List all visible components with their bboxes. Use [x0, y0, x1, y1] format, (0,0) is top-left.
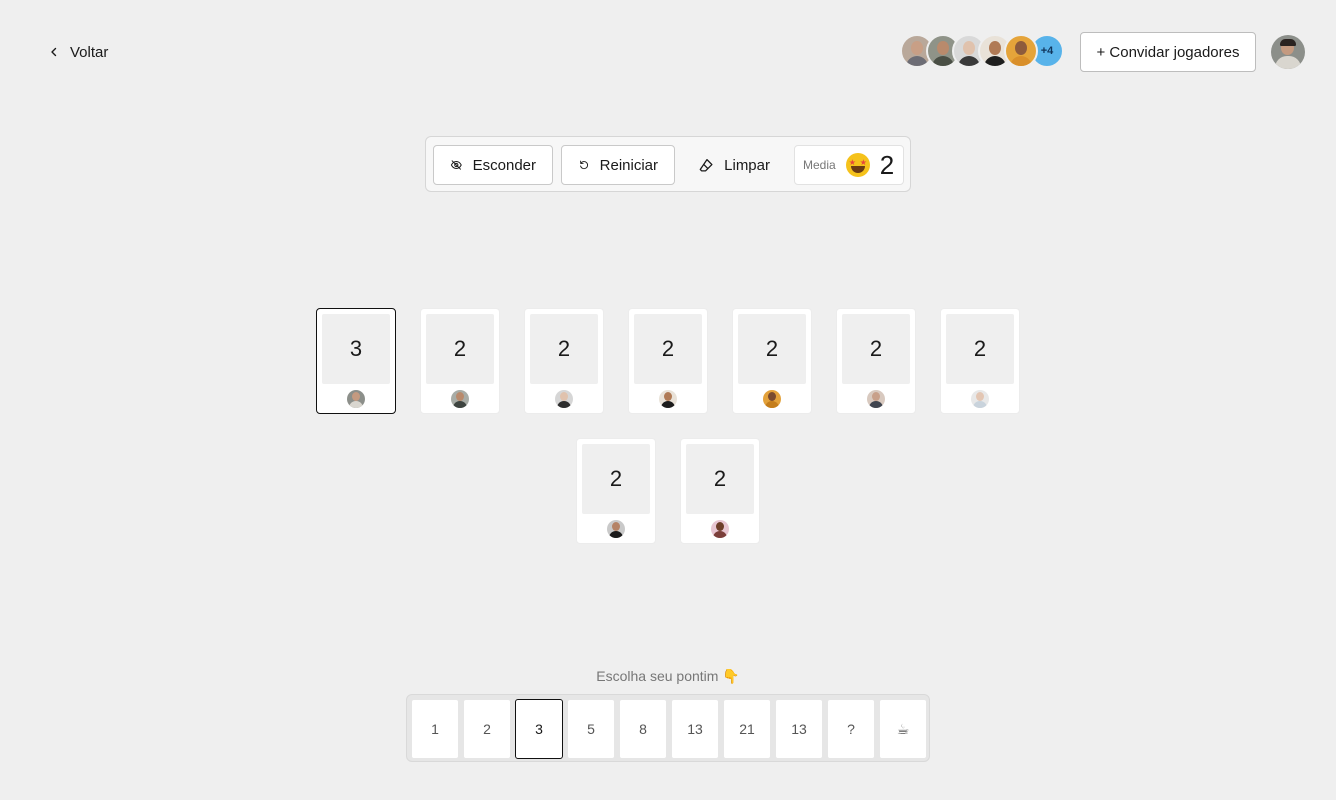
played-card: 2 [576, 438, 656, 544]
card-value: 3 [322, 314, 390, 384]
card-value: 2 [426, 314, 494, 384]
card-player-avatar [555, 390, 573, 408]
point-option[interactable]: 5 [567, 699, 615, 759]
card-value: 2 [738, 314, 806, 384]
card-player-avatar [971, 390, 989, 408]
players-avatar-group[interactable]: +4 [900, 34, 1064, 68]
average-display: Media ★ ★ 2 [794, 145, 904, 185]
played-card: 3 [316, 308, 396, 414]
points-picker: 1 2 3 5 8 13 21 13? ☕ [406, 694, 930, 762]
played-card: 2 [628, 308, 708, 414]
restart-icon [580, 160, 589, 170]
card-player-avatar [347, 390, 365, 408]
clear-button[interactable]: Limpar [682, 145, 786, 185]
card-value: 2 [530, 314, 598, 384]
point-option[interactable]: ☕ [879, 699, 927, 759]
played-card: 2 [524, 308, 604, 414]
played-card: 2 [732, 308, 812, 414]
restart-button[interactable]: Reiniciar [561, 145, 675, 185]
card-player-avatar [763, 390, 781, 408]
star-struck-emoji-icon: ★ ★ [845, 153, 870, 177]
session-toolbar: Esconder Reiniciar Limpar Media ★ ★ 2 [425, 136, 911, 192]
point-option[interactable]: 21 [723, 699, 771, 759]
card-value: 2 [582, 444, 650, 514]
point-option[interactable]: 13 [775, 699, 823, 759]
card-player-avatar [867, 390, 885, 408]
average-value: 2 [879, 149, 895, 180]
player-avatar[interactable] [1004, 34, 1038, 68]
card-value: 2 [946, 314, 1014, 384]
played-card: 2 [836, 308, 916, 414]
card-value: 2 [634, 314, 702, 384]
eraser-icon [699, 158, 713, 172]
card-player-avatar [451, 390, 469, 408]
eye-off-icon [450, 160, 462, 170]
played-card: 2 [420, 308, 500, 414]
chevron-left-icon [48, 46, 60, 58]
card-value: 2 [686, 444, 754, 514]
invite-players-button[interactable]: + Convidar jogadores [1080, 32, 1256, 72]
card-player-avatar [711, 520, 729, 538]
point-option[interactable]: ? [827, 699, 875, 759]
played-card: 2 [940, 308, 1020, 414]
hide-label: Esconder [472, 156, 536, 174]
clear-label: Limpar [724, 156, 770, 174]
back-label: Voltar [70, 43, 109, 61]
point-option[interactable]: 8 [619, 699, 667, 759]
hide-button[interactable]: Esconder [433, 145, 553, 185]
point-option[interactable]: 13 [671, 699, 719, 759]
played-card: 2 [680, 438, 760, 544]
point-option[interactable]: 3 [515, 699, 563, 759]
average-label: Media [803, 158, 836, 172]
current-user-avatar[interactable] [1271, 35, 1305, 69]
back-button[interactable]: Voltar [48, 40, 108, 64]
card-value: 2 [842, 314, 910, 384]
restart-label: Reiniciar [599, 156, 658, 174]
choose-points-label: Escolha seu pontim 👇 [596, 668, 740, 684]
point-option[interactable]: 2 [463, 699, 511, 759]
card-player-avatar [659, 390, 677, 408]
card-player-avatar [607, 520, 625, 538]
point-option[interactable]: 1 [411, 699, 459, 759]
